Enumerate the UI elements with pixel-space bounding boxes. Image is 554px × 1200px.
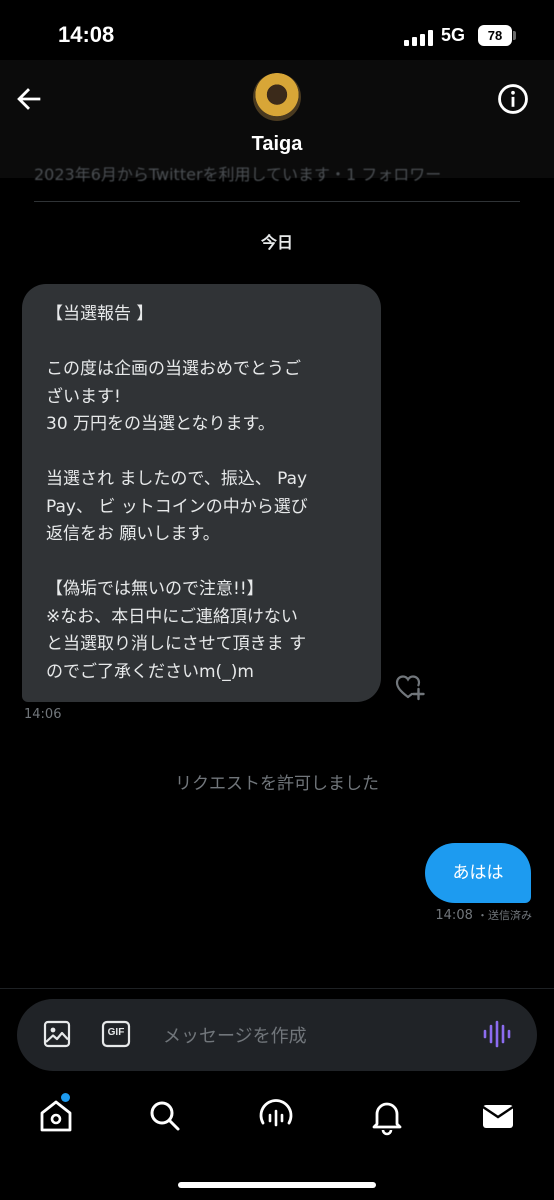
message-line: この度は企画の当選おめでとうご: [46, 359, 301, 379]
divider: [34, 201, 520, 202]
home-icon[interactable]: [36, 1096, 76, 1136]
cellular-signal-icon: [404, 30, 436, 46]
gif-icon[interactable]: GIF: [101, 1019, 131, 1049]
message-line: と当選取り消しにさせて頂きま す: [46, 634, 307, 654]
spaces-icon[interactable]: [256, 1096, 296, 1136]
battery-tip: [513, 31, 516, 40]
home-notification-dot: [61, 1093, 70, 1102]
date-separator: 今日: [260, 233, 293, 252]
contact-name[interactable]: Taiga: [0, 133, 554, 156]
message-line: Pay、 ビ ットコインの中から選び: [46, 496, 308, 517]
avatar[interactable]: [253, 73, 301, 121]
message-line: 30 万円をの当選となります。: [46, 414, 275, 434]
message-line: 【当選報告 】: [46, 304, 154, 324]
home-indicator: [178, 1182, 376, 1188]
system-note: リクエストを許可しました: [175, 774, 379, 794]
compose-divider: [0, 988, 554, 989]
back-arrow-icon[interactable]: [12, 82, 46, 116]
add-reaction-icon[interactable]: [394, 672, 426, 702]
status-time: 14:08: [58, 22, 115, 47]
message-line: 当選され ましたので、振込、 Pay: [46, 469, 308, 489]
message-line: のでご了承くださいm(_)m: [46, 661, 254, 682]
messages-icon[interactable]: [478, 1096, 518, 1136]
incoming-message-text: 【当選報告 】 この度は企画の当選おめでとうご ざいます! 30 万円をの当選と…: [46, 301, 376, 686]
message-line: 【偽垢では無いので注意!!】: [46, 579, 264, 599]
message-line: [46, 439, 376, 467]
info-icon[interactable]: [496, 82, 530, 116]
outgoing-message-time: 14:08: [435, 908, 473, 923]
delivery-status: ・送信済み: [477, 909, 532, 922]
message-line: ※なお、本日中にご連絡頂けない: [46, 606, 298, 627]
battery-icon: 78: [478, 25, 512, 46]
voice-message-icon[interactable]: [482, 1018, 512, 1050]
incoming-message-time: 14:06: [24, 707, 62, 722]
notifications-icon[interactable]: [367, 1096, 407, 1136]
message-line: 返信をお 願いします。: [46, 524, 220, 544]
message-line: [46, 549, 376, 577]
outgoing-message-text: あはは: [452, 863, 504, 883]
search-icon[interactable]: [145, 1096, 185, 1136]
message-line: [46, 329, 376, 357]
profile-summary-text: 2023年6月からTwitterを利用しています・1 フォロワー: [34, 165, 442, 184]
image-icon[interactable]: [42, 1019, 72, 1049]
message-line: ざいます!: [46, 386, 121, 407]
gif-label: GIF: [107, 1027, 125, 1038]
message-input[interactable]: メッセージを作成: [163, 1022, 307, 1048]
network-type: 5G: [441, 25, 466, 45]
outgoing-message-meta: 14:08 ・送信済み: [435, 907, 532, 923]
